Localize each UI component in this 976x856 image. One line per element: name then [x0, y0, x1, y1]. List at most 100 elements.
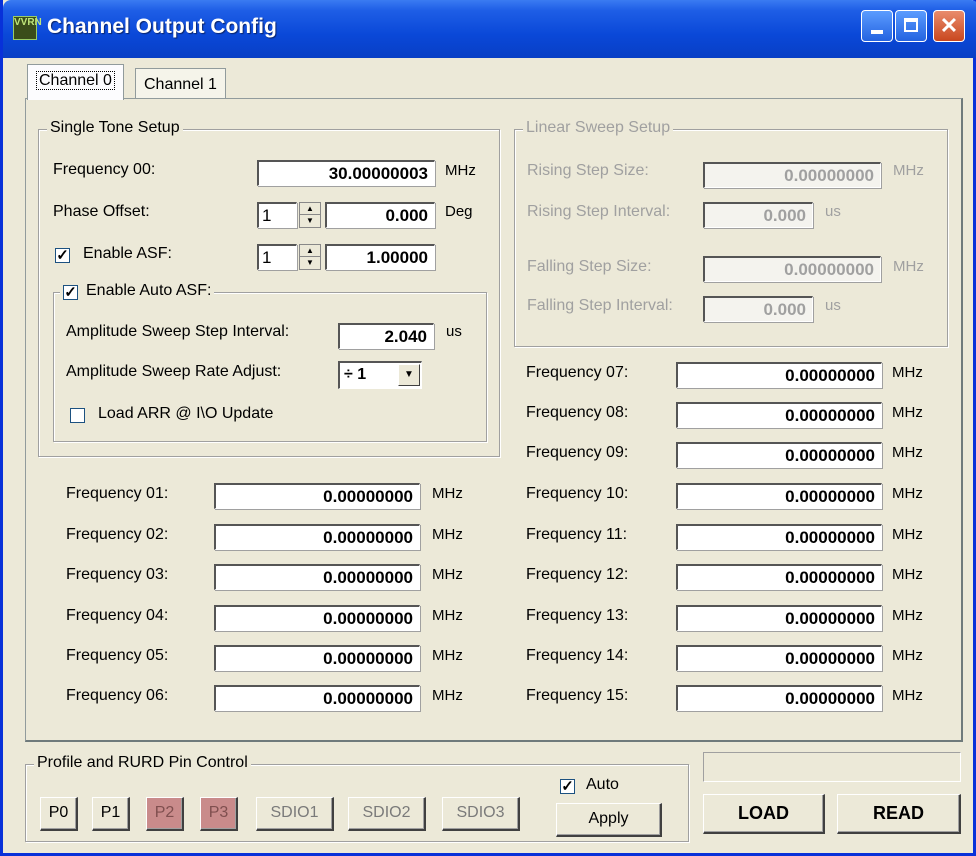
phase-offset-spinner[interactable]: ▲ ▼ — [299, 202, 321, 228]
frequency-04-input[interactable]: 0.00000000 — [214, 605, 420, 631]
auto-asf-group: ✓ Enable Auto ASF: Amplitude Sweep Step I… — [53, 282, 487, 442]
frequency-14-input[interactable]: 0.00000000 — [676, 645, 882, 671]
auto-asf-header: ✓ Enable Auto ASF: — [60, 282, 215, 300]
read-button[interactable]: READ — [837, 794, 961, 834]
p1-button[interactable]: P1 — [92, 797, 130, 831]
tab-channel-1-label: Channel 1 — [144, 76, 217, 93]
spin-up-icon[interactable]: ▲ — [300, 203, 320, 215]
rising-step-interval-input: 0.000 — [703, 202, 813, 228]
auto-checkbox[interactable]: ✓ — [560, 779, 575, 794]
frequency-13-label: Frequency 13: — [526, 607, 629, 624]
falling-step-interval-label: Falling Step Interval: — [527, 297, 673, 314]
chevron-down-icon[interactable]: ▼ — [398, 364, 420, 386]
phase-offset-spin-value[interactable]: 1 — [257, 202, 297, 228]
amplitude-sweep-step-interval-label: Amplitude Sweep Step Interval: — [66, 323, 290, 340]
maximize-button[interactable] — [895, 10, 927, 42]
enable-auto-asf-label: Enable Auto ASF: — [86, 282, 212, 299]
status-display — [703, 752, 961, 782]
frequency-03-label: Frequency 03: — [66, 566, 169, 583]
enable-auto-asf-checkbox[interactable]: ✓ — [63, 285, 78, 300]
frequency-09-unit: MHz — [892, 444, 923, 461]
asf-spin-value[interactable]: 1 — [257, 244, 297, 270]
enable-asf-checkbox[interactable]: ✓ — [55, 248, 70, 263]
sdio2-button[interactable]: SDIO2 — [348, 797, 426, 831]
frequency-11-label: Frequency 11: — [526, 526, 628, 543]
rate-adjust-value: ÷ 1 — [344, 366, 367, 383]
p2-button[interactable]: P2 — [146, 797, 184, 831]
frequency-12-unit: MHz — [892, 566, 923, 583]
frequency-03-unit: MHz — [432, 566, 463, 583]
phase-offset-input[interactable]: 0.000 — [325, 202, 435, 228]
frequency-06-input[interactable]: 0.00000000 — [214, 685, 420, 711]
frequency-14-unit: MHz — [892, 647, 923, 664]
falling-step-interval-unit: us — [825, 297, 841, 314]
frequency-04-unit: MHz — [432, 607, 463, 624]
frequency-11-unit: MHz — [892, 526, 923, 543]
minimize-button[interactable] — [861, 10, 893, 42]
load-arr-label: Load ARR @ I\O Update — [98, 405, 274, 422]
frequency-03-input[interactable]: 0.00000000 — [214, 564, 420, 590]
amplitude-sweep-rate-adjust-label: Amplitude Sweep Rate Adjust: — [66, 363, 282, 380]
p3-button[interactable]: P3 — [200, 797, 238, 831]
close-button[interactable]: ✕ — [933, 10, 965, 42]
app-icon: VVRN — [13, 16, 42, 40]
frequency-14-label: Frequency 14: — [526, 647, 629, 664]
frequency-02-input[interactable]: 0.00000000 — [214, 524, 420, 550]
profile-pin-control-label: Profile and RURD Pin Control — [34, 754, 251, 772]
frequency-02-label: Frequency 02: — [66, 526, 169, 543]
frequency-07-unit: MHz — [892, 364, 923, 381]
auto-label: Auto — [586, 776, 619, 793]
frequency-00-input[interactable]: 30.00000003 — [257, 160, 435, 186]
single-tone-setup-label: Single Tone Setup — [47, 119, 183, 137]
tab-channel-1[interactable]: Channel 1 — [135, 68, 226, 100]
frequency-07-label: Frequency 07: — [526, 364, 629, 381]
apply-button[interactable]: Apply — [556, 803, 662, 837]
frequency-12-input[interactable]: 0.00000000 — [676, 564, 882, 590]
rising-step-size-label: Rising Step Size: — [527, 162, 649, 179]
single-tone-setup-group: Single Tone Setup Frequency 00: 30.00000… — [38, 119, 500, 457]
asf-spinner[interactable]: ▲ ▼ — [299, 244, 321, 270]
falling-step-size-label: Falling Step Size: — [527, 258, 652, 275]
frequency-09-label: Frequency 09: — [526, 444, 629, 461]
rising-step-size-input: 0.00000000 — [703, 162, 881, 188]
asf-input[interactable]: 1.00000 — [325, 244, 435, 270]
p0-button[interactable]: P0 — [40, 797, 78, 831]
title-bar[interactable]: VVRN Channel Output Config ✕ — [3, 0, 976, 58]
frequency-08-unit: MHz — [892, 404, 923, 421]
frequency-01-input[interactable]: 0.00000000 — [214, 483, 420, 509]
load-arr-checkbox[interactable] — [70, 408, 85, 423]
frequency-01-unit: MHz — [432, 485, 463, 502]
sdio1-button[interactable]: SDIO1 — [256, 797, 334, 831]
rising-step-interval-label: Rising Step Interval: — [527, 203, 671, 220]
linear-sweep-setup-label: Linear Sweep Setup — [523, 119, 674, 137]
amplitude-sweep-rate-adjust-select[interactable]: ÷ 1 ▼ — [338, 361, 422, 389]
spin-up-icon[interactable]: ▲ — [300, 245, 320, 257]
frequency-08-input[interactable]: 0.00000000 — [676, 402, 882, 428]
frequency-15-unit: MHz — [892, 687, 923, 704]
frequency-11-input[interactable]: 0.00000000 — [676, 524, 882, 550]
frequency-13-unit: MHz — [892, 607, 923, 624]
maximize-icon — [904, 18, 918, 32]
frequency-10-label: Frequency 10: — [526, 485, 629, 502]
tab-channel-0[interactable]: Channel 0 — [27, 64, 124, 100]
frequency-01-label: Frequency 01: — [66, 485, 169, 502]
frequency-09-input[interactable]: 0.00000000 — [676, 442, 882, 468]
sdio3-button[interactable]: SDIO3 — [442, 797, 520, 831]
frequency-07-input[interactable]: 0.00000000 — [676, 362, 882, 388]
minimize-icon — [871, 30, 883, 34]
frequency-05-input[interactable]: 0.00000000 — [214, 645, 420, 671]
frequency-13-input[interactable]: 0.00000000 — [676, 605, 882, 631]
frequency-06-unit: MHz — [432, 687, 463, 704]
load-button[interactable]: LOAD — [703, 794, 825, 834]
amplitude-sweep-step-interval-input[interactable]: 2.040 — [338, 323, 434, 349]
spin-down-icon[interactable]: ▼ — [300, 257, 320, 269]
close-icon: ✕ — [939, 13, 959, 38]
linear-sweep-setup-group: Linear Sweep Setup Rising Step Size: 0.0… — [514, 119, 948, 347]
frequency-10-input[interactable]: 0.00000000 — [676, 483, 882, 509]
frequency-15-input[interactable]: 0.00000000 — [676, 685, 882, 711]
frequency-05-label: Frequency 05: — [66, 647, 169, 664]
frequency-05-unit: MHz — [432, 647, 463, 664]
amplitude-sweep-step-interval-unit: us — [446, 323, 462, 340]
spin-down-icon[interactable]: ▼ — [300, 215, 320, 227]
falling-step-interval-input: 0.000 — [703, 296, 813, 322]
